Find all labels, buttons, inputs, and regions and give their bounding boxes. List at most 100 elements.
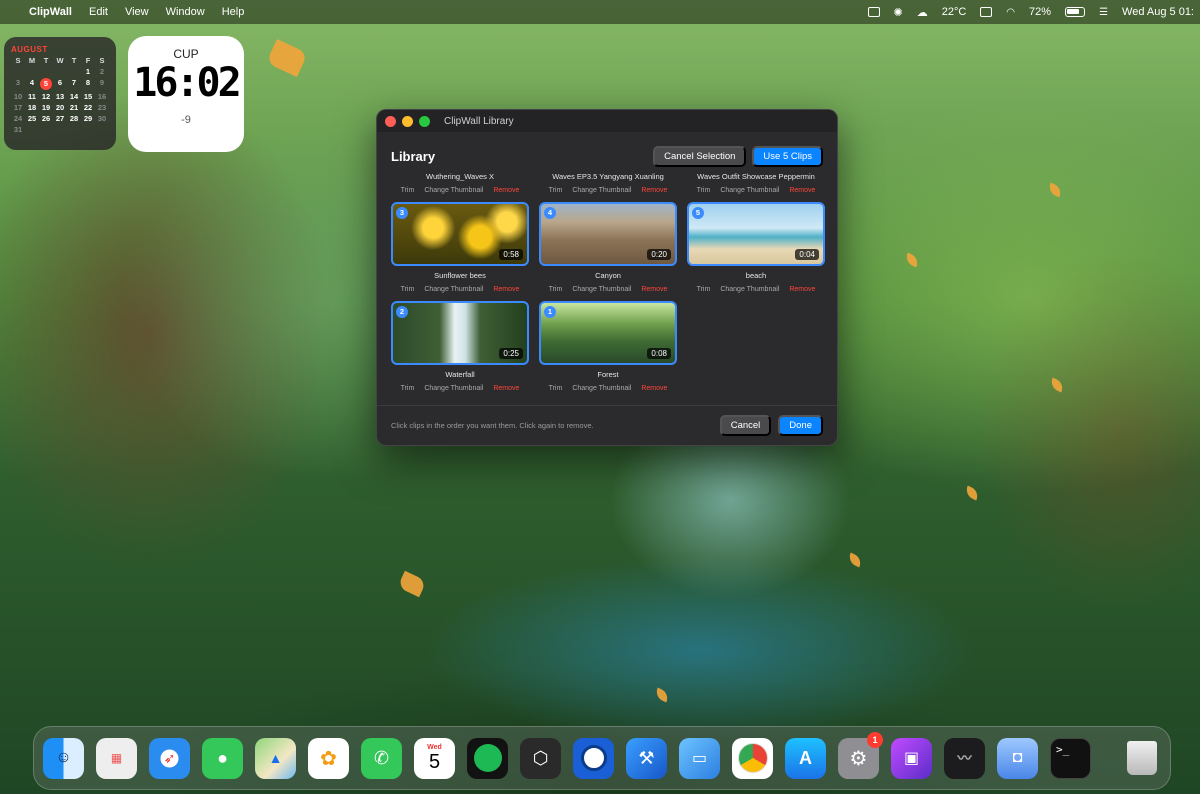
temperature-label[interactable]: 22°C — [942, 6, 967, 18]
use-clips-button[interactable]: Use 5 Clips — [752, 145, 823, 167]
menubar-clock[interactable]: Wed Aug 5 01: — [1122, 6, 1194, 18]
falling-leaf — [1048, 377, 1066, 393]
zoom-window-button[interactable] — [419, 115, 430, 127]
calendar-day: 13 — [55, 92, 65, 101]
preview-icon[interactable]: ▭ — [679, 737, 720, 779]
menu-help[interactable]: Help — [222, 6, 245, 18]
calendar-day: 10 — [13, 92, 23, 101]
remove-link[interactable]: Remove — [493, 286, 519, 293]
menu-edit[interactable]: Edit — [89, 6, 108, 18]
xcode-hammer-icon[interactable]: ⚒ — [626, 737, 667, 779]
remove-link[interactable]: Remove — [641, 187, 667, 194]
calendar-day: 4 — [29, 78, 35, 87]
clip-card[interactable]: 2 0:25 Waterfall Trim Change Thumbnail Remove — [391, 301, 529, 392]
chrome-icon[interactable] — [732, 737, 773, 779]
change-thumbnail-link[interactable]: Change Thumbnail — [572, 286, 631, 293]
terminal-icon[interactable]: >_ — [1050, 737, 1091, 779]
trim-link[interactable]: Trim — [549, 187, 563, 194]
messages-icon[interactable]: ● — [202, 737, 243, 779]
wifi-icon[interactable]: ◠ — [1006, 7, 1015, 18]
clip-thumbnail[interactable]: 1 0:08 — [539, 301, 677, 365]
calendar-app-icon[interactable]: Wed 5 — [414, 737, 455, 779]
clip-actions: Trim Change Thumbnail Remove — [539, 286, 677, 293]
clip-actions: Trim Change Thumbnail Remove — [687, 187, 825, 194]
window-titlebar[interactable]: ClipWall Library — [377, 110, 837, 132]
trash-icon[interactable] — [1121, 738, 1162, 779]
clip-thumbnail[interactable]: 2 0:25 — [391, 301, 529, 365]
clip-card[interactable]: Wuthering_Waves X Trim Change Thumbnail Rem… — [391, 172, 529, 194]
clip-card[interactable]: 3 0:58 Sunflower bees Trim Change Thumbnail R… — [391, 202, 529, 293]
database-app-icon[interactable]: ◘ — [997, 737, 1038, 779]
change-thumbnail-link[interactable]: Change Thumbnail — [424, 286, 483, 293]
change-thumbnail-link[interactable]: Change Thumbnail — [572, 187, 631, 194]
selection-order-badge: 5 — [692, 207, 704, 219]
remove-link[interactable]: Remove — [493, 385, 519, 392]
clip-card[interactable]: 5 0:04 beach Trim Change Thumbnail Remove — [687, 202, 825, 293]
system-settings-icon[interactable]: ⚙ 1 — [838, 731, 883, 779]
calendar-day — [81, 125, 95, 134]
screen-app-icon[interactable]: ▣ — [891, 737, 932, 779]
trim-link[interactable]: Trim — [401, 187, 415, 194]
clip-card[interactable]: 4 0:20 Canyon Trim Change Thumbnail Remove — [539, 202, 677, 293]
clip-name: Wuthering_Waves X — [426, 172, 494, 181]
safari-icon[interactable]: ➶ — [149, 737, 190, 779]
clip-thumbnail[interactable]: 3 0:58 — [391, 202, 529, 266]
battery-percent[interactable]: 72% — [1029, 6, 1051, 18]
maps-icon[interactable]: ▲ — [255, 737, 296, 779]
menu-app-name[interactable]: ClipWall — [29, 6, 72, 18]
remove-link[interactable]: Remove — [493, 187, 519, 194]
clip-card[interactable]: Waves EP3.5 Yangyang Xuanling Trim Change … — [539, 172, 677, 194]
minimize-window-button[interactable] — [402, 115, 413, 127]
trim-link[interactable]: Trim — [401, 385, 415, 392]
calendar-dow: F — [85, 56, 91, 65]
remove-link[interactable]: Remove — [641, 385, 667, 392]
gear-status-icon[interactable]: ✺ — [894, 6, 903, 19]
display-icon[interactable] — [980, 7, 993, 17]
done-button[interactable]: Done — [778, 415, 823, 436]
change-thumbnail-link[interactable]: Change Thumbnail — [424, 385, 483, 392]
screen-mirror-icon[interactable] — [867, 7, 880, 17]
1password-icon[interactable] — [573, 737, 614, 779]
remove-link[interactable]: Remove — [789, 187, 815, 194]
control-center-icon[interactable]: ☰ — [1099, 7, 1108, 18]
menu-view[interactable]: View — [125, 6, 149, 18]
trim-link[interactable]: Trim — [549, 385, 563, 392]
change-thumbnail-link[interactable]: Change Thumbnail — [424, 187, 483, 194]
menu-window[interactable]: Window — [166, 6, 205, 18]
clock-widget[interactable]: CUP 16:02 -9 — [128, 36, 244, 152]
clip-card[interactable]: Waves Outfit Showcase Peppermin Trim Chang… — [687, 172, 825, 194]
close-window-button[interactable] — [385, 115, 396, 127]
cube-app-icon[interactable]: ⬡ — [520, 737, 561, 779]
change-thumbnail-link[interactable]: Change Thumbnail — [572, 385, 631, 392]
clip-card[interactable]: 1 0:08 Forest Trim Change Thumbnail Remove — [539, 301, 677, 392]
calendar-month: AUGUST — [11, 45, 48, 54]
cancel-button[interactable]: Cancel — [719, 415, 772, 436]
stocks-icon[interactable]: 〰 — [944, 737, 985, 779]
change-thumbnail-link[interactable]: Change Thumbnail — [720, 187, 779, 194]
facetime-phone-icon[interactable]: ✆ — [361, 737, 402, 779]
launchpad-icon[interactable]: ▦ — [96, 737, 137, 779]
calendar-day: 7 — [71, 78, 77, 87]
trim-link[interactable]: Trim — [549, 286, 563, 293]
weather-icon[interactable]: ☁ — [917, 6, 928, 19]
calendar-dow: T — [71, 56, 77, 65]
terminal-prompt: >_ — [1056, 742, 1070, 756]
trim-link[interactable]: Trim — [697, 286, 711, 293]
cancel-selection-button[interactable]: Cancel Selection — [653, 145, 747, 167]
change-thumbnail-link[interactable]: Change Thumbnail — [720, 286, 779, 293]
clip-thumbnail[interactable]: 5 0:04 — [687, 202, 825, 266]
battery-icon[interactable] — [1065, 7, 1086, 17]
trim-link[interactable]: Trim — [697, 187, 711, 194]
photos-icon[interactable]: ✿ — [308, 737, 349, 779]
trim-link[interactable]: Trim — [401, 286, 415, 293]
app-store-icon[interactable]: A — [785, 737, 826, 779]
calendar-grid: S M T W T F S 1 2 3 4 5 6 7 8 9 10 11 12 13 14 15 16 17 18 19 20 21… — [11, 56, 109, 134]
spotify-icon[interactable] — [467, 737, 508, 779]
calendar-dow: M — [28, 56, 36, 65]
selection-order-badge: 4 — [544, 207, 556, 219]
clip-thumbnail[interactable]: 4 0:20 — [539, 202, 677, 266]
remove-link[interactable]: Remove — [641, 286, 667, 293]
calendar-widget[interactable]: AUGUST S M T W T F S 1 2 3 4 5 6 7 8 9 10 11 12 13 14 15 16 17 1… — [4, 37, 116, 150]
remove-link[interactable]: Remove — [789, 286, 815, 293]
finder-icon[interactable]: ☺ — [43, 737, 84, 779]
